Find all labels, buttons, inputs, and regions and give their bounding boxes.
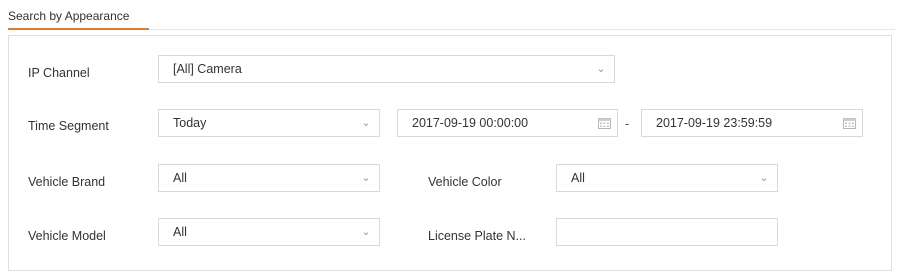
chevron-down-icon: ⌄ bbox=[361, 117, 371, 129]
vehicle-color-select[interactable]: All ⌄ bbox=[556, 164, 778, 192]
vehicle-color-label: Vehicle Color bbox=[428, 175, 502, 189]
chevron-down-icon: ⌄ bbox=[596, 63, 606, 75]
vehicle-model-select[interactable]: All ⌄ bbox=[158, 218, 380, 246]
time-segment-value: Today bbox=[173, 116, 207, 130]
date-range-separator: - bbox=[625, 116, 630, 131]
chevron-down-icon: ⌄ bbox=[759, 172, 769, 184]
chevron-down-icon: ⌄ bbox=[361, 226, 371, 238]
end-time-value: 2017-09-19 23:59:59 bbox=[656, 116, 773, 130]
time-segment-label: Time Segment bbox=[28, 119, 109, 133]
vehicle-brand-label: Vehicle Brand bbox=[28, 175, 106, 189]
vehicle-model-label: Vehicle Model bbox=[28, 229, 106, 243]
vehicle-color-value: All bbox=[571, 171, 585, 185]
active-tab-indicator bbox=[8, 28, 149, 30]
start-time-value: 2017-09-19 00:00:00 bbox=[412, 116, 529, 130]
ip-channel-label: IP Channel bbox=[28, 66, 90, 80]
calendar-icon[interactable] bbox=[836, 117, 862, 129]
calendar-icon[interactable] bbox=[591, 117, 617, 129]
ip-channel-value: [All] Camera bbox=[173, 62, 242, 76]
tab-search-by-appearance[interactable]: Search by Appearance bbox=[8, 9, 129, 23]
end-time-field[interactable]: 2017-09-19 23:59:59 bbox=[641, 109, 863, 137]
license-plate-input[interactable] bbox=[556, 218, 778, 246]
chevron-down-icon: ⌄ bbox=[361, 172, 371, 184]
ip-channel-select[interactable]: [All] Camera ⌄ bbox=[158, 55, 615, 83]
time-segment-select[interactable]: Today ⌄ bbox=[158, 109, 380, 137]
vehicle-brand-value: All bbox=[173, 171, 187, 185]
start-time-field[interactable]: 2017-09-19 00:00:00 bbox=[397, 109, 618, 137]
vehicle-brand-select[interactable]: All ⌄ bbox=[158, 164, 380, 192]
license-plate-label: License Plate N... bbox=[428, 229, 526, 243]
vehicle-model-value: All bbox=[173, 225, 187, 239]
